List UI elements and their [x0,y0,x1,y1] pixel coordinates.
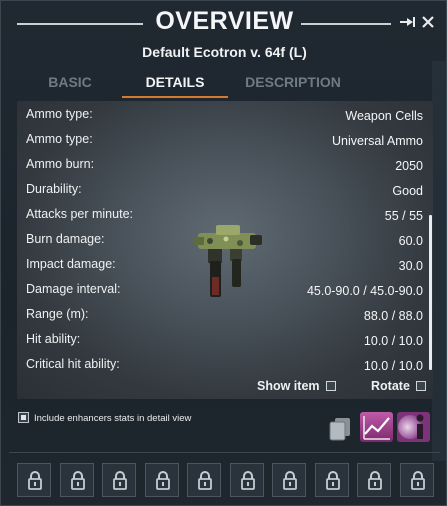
lock-icon [71,471,85,490]
tab-basic[interactable]: BASIC [41,73,99,97]
copy-icon[interactable] [329,417,351,441]
stat-label: Critical hit ability: [26,357,120,371]
stat-label: Hit ability: [26,332,81,346]
title-row: OVERVIEW [1,7,447,39]
stat-value: 2050 [395,159,423,173]
tab-description[interactable]: DESCRIPTION [241,73,345,97]
tab-bar: BASIC DETAILS DESCRIPTION [1,73,447,99]
lock-icon [28,471,42,490]
stat-row: Ammo burn: 2050 [17,157,433,177]
rotate-toggle[interactable]: Rotate [371,379,426,393]
stat-value: 55 / 55 [384,209,423,223]
enhancer-slot[interactable] [102,463,136,497]
stat-value: 30.0 [398,259,423,273]
enhancer-slot[interactable] [315,463,349,497]
enhancer-slot[interactable] [187,463,221,497]
stat-row: Durability: Good [17,182,433,202]
stat-label: Range (m): [26,307,89,321]
include-enhancers-checkbox[interactable] [18,412,29,423]
stat-value: Weapon Cells [345,109,423,123]
window-title: OVERVIEW [155,7,294,35]
lock-icon [113,471,127,490]
stat-row: Ammo type: Weapon Cells [17,107,433,127]
enhancer-slot[interactable] [60,463,94,497]
lock-icon [411,471,425,490]
stat-row: Critical hit ability: 10.0 / 10.0 [17,357,433,377]
include-enhancers-label: Include enhancers stats in detail view [34,413,192,424]
side-strip [432,61,446,461]
pin-icon[interactable] [399,15,417,29]
stat-value: 88.0 / 88.0 [363,309,423,323]
overview-window: OVERVIEW Default Ecotron v. 64f (L) BASI… [0,0,447,506]
slots-divider [9,452,440,453]
rotate-checkbox[interactable] [415,381,426,391]
lock-icon [198,471,212,490]
stat-label: Burn damage: [26,232,105,246]
stat-label: Damage interval: [26,282,121,296]
stat-label: Durability: [26,182,82,196]
details-scrollbar[interactable] [429,215,432,370]
enhancer-slot[interactable] [17,463,51,497]
stat-row: Hit ability: 10.0 / 10.0 [17,332,433,352]
rotate-label: Rotate [371,379,410,393]
stat-value: Good [392,184,423,198]
lock-icon [283,471,297,490]
show-item-checkbox[interactable] [325,381,336,391]
stat-label: Ammo burn: [26,157,95,171]
stat-value: 10.0 / 10.0 [363,334,423,348]
lock-icon [156,471,170,490]
stat-row: Range (m): 88.0 / 88.0 [17,307,433,327]
close-icon[interactable] [420,14,436,30]
enhancer-slot[interactable] [230,463,264,497]
stat-label: Impact damage: [26,257,116,271]
stat-label: Ammo type: [26,132,93,146]
stat-value: 10.0 / 10.0 [363,359,423,373]
include-enhancers-toggle[interactable]: Include enhancers stats in detail view [18,412,191,424]
item-name: Default Ecotron v. 64f (L) [142,44,307,60]
stat-label: Ammo type: [26,107,93,121]
show-item-toggle[interactable]: Show item [257,379,336,393]
lock-icon [368,471,382,490]
stat-value: 60.0 [398,234,423,248]
tab-details[interactable]: DETAILS [122,73,228,97]
enhancer-slot[interactable] [272,463,306,497]
enhancer-slot[interactable] [357,463,391,497]
enhancer-slot[interactable] [145,463,179,497]
enhancer-slot[interactable] [400,463,434,497]
lock-icon [241,471,255,490]
info-button[interactable] [397,412,430,442]
stat-label: Attacks per minute: [26,207,133,221]
stat-value: 45.0-90.0 / 45.0-90.0 [306,284,423,298]
show-item-label: Show item [257,379,320,393]
active-tab-indicator [122,96,228,98]
stat-row: Ammo type: Universal Ammo [17,132,433,152]
lock-icon [326,471,340,490]
weapon-preview-image[interactable] [190,219,266,301]
stat-value: Universal Ammo [332,134,423,148]
stats-chart-button[interactable] [360,412,393,442]
